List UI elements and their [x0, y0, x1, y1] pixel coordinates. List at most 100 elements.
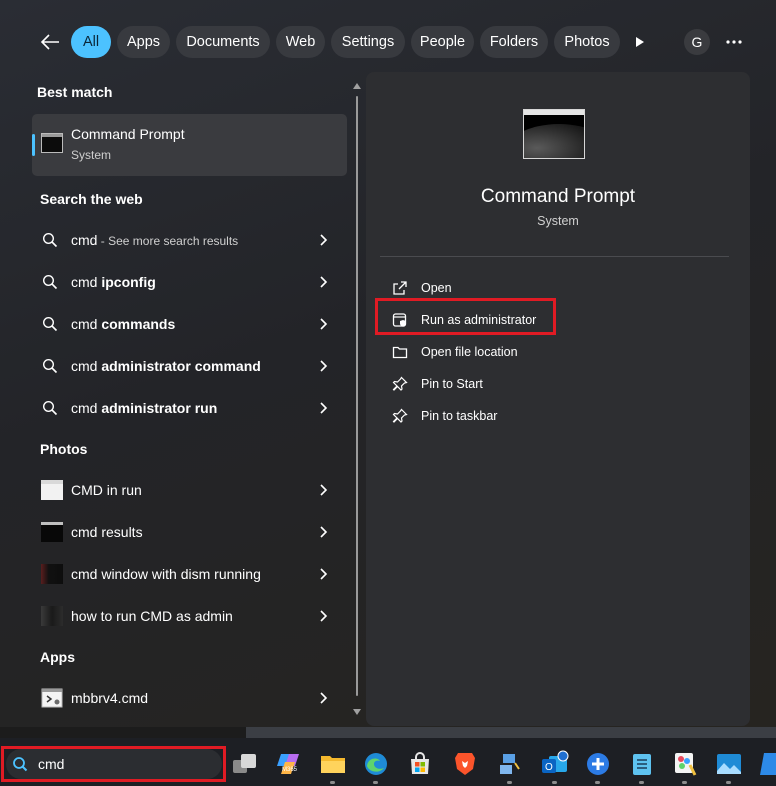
- microsoft-store-button[interactable]: [406, 750, 434, 778]
- chevron-right-icon: [320, 568, 328, 580]
- web-result-row[interactable]: cmd administrator run: [32, 389, 347, 427]
- outlook-button[interactable]: O: [541, 750, 569, 778]
- plus-app-button[interactable]: [584, 750, 612, 778]
- web-result-row[interactable]: cmd ipconfig: [32, 263, 347, 301]
- selection-indicator: [32, 134, 35, 156]
- chevron-right-icon: [320, 692, 328, 704]
- avatar[interactable]: G: [684, 29, 710, 55]
- running-indicator: [639, 781, 644, 784]
- svg-text:O: O: [545, 762, 553, 773]
- search-icon: [42, 232, 58, 248]
- search-icon: [13, 757, 28, 772]
- more-options-button[interactable]: [722, 26, 746, 58]
- edge-icon: [365, 753, 387, 775]
- running-indicator: [552, 781, 557, 784]
- photo-result-row[interactable]: CMD in run: [32, 471, 347, 509]
- chevron-right-icon: [320, 610, 328, 622]
- network-tool-button[interactable]: [496, 750, 524, 778]
- back-button[interactable]: [36, 28, 64, 56]
- web-result-label: cmd administrator command: [71, 358, 261, 374]
- action-label: Pin to taskbar: [421, 409, 498, 423]
- filter-chip-settings[interactable]: Settings: [331, 26, 405, 58]
- filter-chip-web[interactable]: Web: [276, 26, 325, 58]
- section-heading-search-web: Search the web: [40, 191, 143, 207]
- command-prompt-large-icon: [523, 109, 585, 159]
- taskbar-search-box[interactable]: cmd: [6, 749, 222, 779]
- photo-result-label: cmd results: [71, 524, 143, 540]
- photo-result-label: cmd window with dism running: [71, 566, 261, 582]
- app-result-row[interactable]: mbbrv4.cmd: [32, 679, 347, 717]
- results-scrollbar[interactable]: [352, 82, 362, 718]
- chevron-right-icon: [320, 276, 328, 288]
- file-explorer-button[interactable]: [319, 750, 347, 778]
- shield-window-icon: [392, 313, 407, 327]
- preview-subtitle: System: [537, 214, 579, 228]
- cmd-file-icon: [41, 688, 63, 708]
- filter-chip-folders[interactable]: Folders: [480, 26, 548, 58]
- taskbar-search-value: cmd: [38, 756, 65, 772]
- plus-app-icon: [587, 753, 609, 775]
- web-result-row[interactable]: cmd administrator command: [32, 347, 347, 385]
- web-result-row[interactable]: cmd commands: [32, 305, 347, 343]
- action-label: Pin to Start: [421, 377, 483, 391]
- action-pin-to-taskbar[interactable]: Pin to taskbar: [388, 402, 568, 430]
- action-run-as-administrator[interactable]: Run as administrator: [388, 306, 568, 334]
- m365-copilot-button[interactable]: M365: [276, 750, 304, 778]
- photo-thumbnail: [41, 522, 63, 542]
- edge-button[interactable]: [362, 750, 390, 778]
- photos-app-icon: [717, 754, 741, 774]
- section-heading-photos: Photos: [40, 441, 88, 457]
- action-label: Open: [421, 281, 452, 295]
- running-indicator: [682, 781, 687, 784]
- photo-result-row[interactable]: cmd results: [32, 513, 347, 551]
- action-open-file-location[interactable]: Open file location: [388, 338, 568, 366]
- action-open[interactable]: Open: [388, 274, 568, 302]
- running-indicator: [507, 781, 512, 784]
- more-filters-button[interactable]: [628, 26, 652, 58]
- start-search-panel: All Apps Documents Web Settings People F…: [0, 0, 776, 727]
- edge-partial-button[interactable]: [758, 750, 776, 778]
- filter-chip-apps[interactable]: Apps: [117, 26, 170, 58]
- notepad-button[interactable]: [628, 750, 656, 778]
- photos-app-button[interactable]: [715, 750, 743, 778]
- outlook-icon: O: [542, 750, 569, 773]
- web-result-label: cmd administrator run: [71, 400, 218, 416]
- pin-icon: [392, 408, 408, 423]
- section-heading-best-match: Best match: [37, 84, 113, 100]
- brave-button[interactable]: [451, 750, 479, 778]
- running-indicator: [330, 781, 335, 784]
- best-match-title: Command Prompt: [71, 126, 185, 142]
- scroll-down-icon: [353, 709, 361, 715]
- task-view-icon: [233, 754, 256, 773]
- best-match-command-prompt[interactable]: Command Prompt System: [32, 114, 347, 176]
- chevron-right-icon: [320, 526, 328, 538]
- task-view-button[interactable]: [231, 750, 259, 778]
- paint-icon: [675, 753, 697, 776]
- divider: [380, 256, 729, 257]
- notepad-icon: [633, 754, 651, 775]
- photo-result-label: CMD in run: [71, 482, 142, 498]
- folder-icon: [392, 346, 408, 359]
- paint-button[interactable]: [671, 750, 699, 778]
- filter-chip-photos[interactable]: Photos: [554, 26, 620, 58]
- file-explorer-icon: [321, 756, 345, 773]
- running-indicator: [726, 781, 731, 784]
- chevron-right-icon: [320, 402, 328, 414]
- web-result-label: cmd commands: [71, 316, 176, 332]
- action-label: Open file location: [421, 345, 518, 359]
- edge-partial-icon: [760, 753, 776, 775]
- chevron-right-icon: [320, 318, 328, 330]
- scrollbar-thumb[interactable]: [356, 96, 358, 696]
- photo-result-row[interactable]: how to run CMD as admin: [32, 597, 347, 635]
- photo-result-row[interactable]: cmd window with dism running: [32, 555, 347, 593]
- play-icon: [636, 37, 644, 47]
- search-icon: [42, 400, 58, 416]
- filter-chip-all[interactable]: All: [71, 26, 111, 58]
- filter-bar: All Apps Documents Web Settings People F…: [0, 26, 776, 58]
- running-indicator: [373, 781, 378, 784]
- background-window: [246, 727, 776, 738]
- filter-chip-people[interactable]: People: [411, 26, 474, 58]
- web-result-row[interactable]: cmd - See more search results: [32, 221, 347, 259]
- action-pin-to-start[interactable]: Pin to Start: [388, 370, 568, 398]
- filter-chip-documents[interactable]: Documents: [176, 26, 270, 58]
